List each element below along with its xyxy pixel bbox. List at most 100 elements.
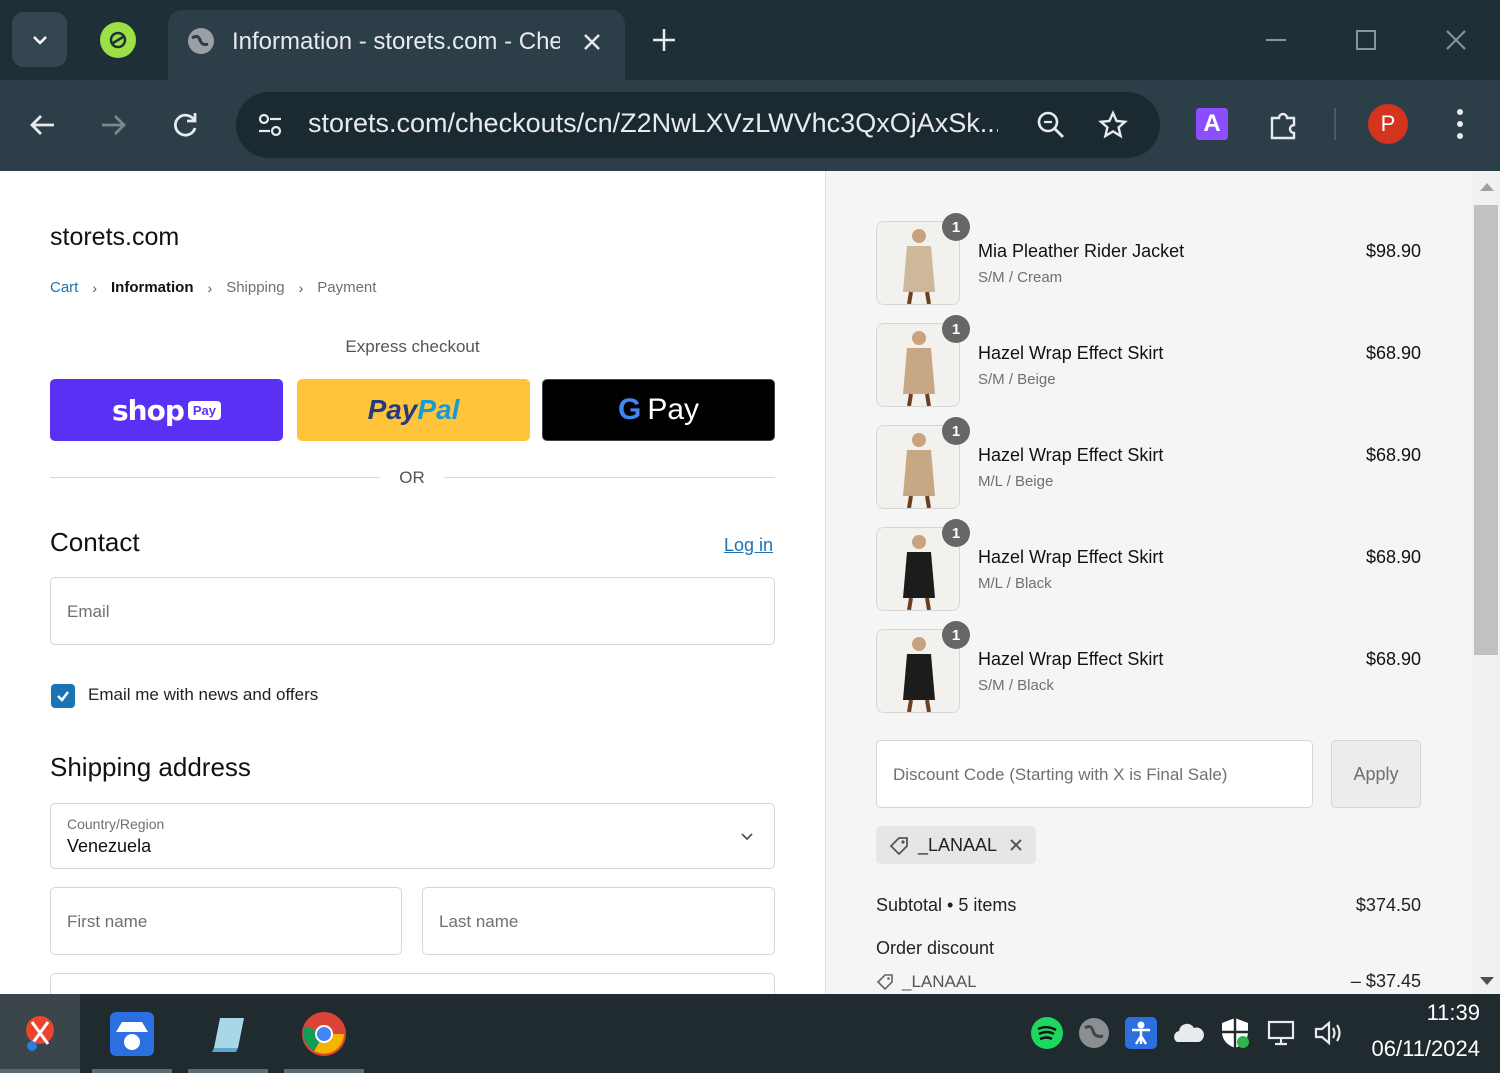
network-globe-icon[interactable] xyxy=(1077,1016,1111,1050)
store-name[interactable]: storets.com xyxy=(50,223,179,252)
browser-tab-bar: Information - storets.com - Checkout xyxy=(0,0,1500,80)
network-monitor-icon[interactable] xyxy=(1265,1016,1299,1050)
product-price: $98.90 xyxy=(1365,241,1421,261)
back-arrow-icon[interactable] xyxy=(26,108,60,142)
new-tab-icon[interactable] xyxy=(650,26,678,54)
product-price: $68.90 xyxy=(1365,547,1421,567)
product-variant: M/L / Black xyxy=(978,575,1052,592)
product-price: $68.90 xyxy=(1365,445,1421,465)
accessibility-app-icon[interactable] xyxy=(1124,1016,1158,1050)
chevron-right-icon: › xyxy=(92,279,98,296)
subtotal-label: Subtotal • 5 items xyxy=(876,895,1017,915)
order-discount-code: _LANAAL xyxy=(902,972,977,991)
breadcrumb-shipping: Shipping xyxy=(226,279,285,296)
volume-icon[interactable] xyxy=(1312,1016,1346,1050)
log-in-link[interactable]: Log in xyxy=(724,535,773,556)
first-name-field[interactable]: First name xyxy=(50,887,402,955)
product-variant: S/M / Beige xyxy=(978,371,1056,388)
zoom-icon[interactable] xyxy=(1036,110,1066,140)
clock-date[interactable]: 06/11/2024 xyxy=(1350,1036,1480,1062)
active-indicator xyxy=(0,1069,80,1073)
address-bar[interactable]: storets.com/checkouts/cn/Z2NwLXVzLWVhc3Q… xyxy=(236,92,1160,158)
apply-discount-button[interactable]: Apply xyxy=(1331,740,1421,808)
profile-avatar[interactable]: P xyxy=(1368,104,1408,144)
taskbar-app-chrome[interactable] xyxy=(284,994,364,1073)
address-field[interactable] xyxy=(50,973,775,994)
product-name: Hazel Wrap Effect Skirt xyxy=(978,445,1164,465)
more-menu-icon[interactable] xyxy=(1446,106,1474,142)
order-discount-label: Order discount xyxy=(876,938,995,958)
subtotal-row: Subtotal • 5 items $374.50 xyxy=(876,895,1421,916)
cart-item: 1 Hazel Wrap Effect Skirt M/L / Beige $68.9… xyxy=(876,417,1421,511)
taskbar-app-snipping[interactable] xyxy=(0,994,80,1073)
shop-pay-button[interactable]: shop Pay xyxy=(50,379,283,441)
breadcrumb-cart[interactable]: Cart xyxy=(50,279,78,296)
product-variant: M/L / Beige xyxy=(978,473,1054,490)
email-placeholder: Email xyxy=(67,602,110,621)
country-select[interactable]: Country/Region Venezuela xyxy=(50,803,775,869)
paypal-button[interactable]: PayPal xyxy=(297,379,530,441)
last-name-placeholder: Last name xyxy=(439,912,519,931)
discount-placeholder: Discount Code (Starting with X is Final … xyxy=(893,765,1228,784)
maximize-icon[interactable] xyxy=(1352,26,1380,54)
checkout-form-column: storets.com Cart › Information › Shippin… xyxy=(0,171,825,994)
security-shield-icon[interactable] xyxy=(1218,1016,1252,1050)
scroll-down-arrow-icon[interactable] xyxy=(1480,977,1494,985)
forward-arrow-icon[interactable] xyxy=(96,108,130,142)
divider-right xyxy=(444,477,775,478)
applied-code-chip: _LANAAL xyxy=(876,826,1036,864)
app-shortcut-icon[interactable] xyxy=(100,22,136,58)
site-settings-icon[interactable] xyxy=(256,111,284,139)
google-pay-label: Pay xyxy=(647,393,700,426)
close-window-icon[interactable] xyxy=(1442,26,1470,54)
divider-left xyxy=(50,477,380,478)
product-name: Hazel Wrap Effect Skirt xyxy=(978,547,1164,567)
extensions-puzzle-icon[interactable] xyxy=(1266,106,1302,142)
google-g-icon: G xyxy=(617,393,642,426)
country-label: Country/Region xyxy=(67,816,165,832)
taskbar-app-vpn[interactable] xyxy=(92,994,172,1073)
shop-pay-logo: shop xyxy=(111,393,185,427)
tab-search-button[interactable] xyxy=(12,12,67,67)
onedrive-cloud-icon[interactable] xyxy=(1171,1016,1205,1050)
order-discount-row: Order discount xyxy=(876,938,1421,959)
extension-a-icon[interactable]: A xyxy=(1196,108,1228,140)
checkmark-icon xyxy=(57,691,69,702)
clock-time[interactable]: 11:39 xyxy=(1360,1000,1480,1026)
page-scrollbar[interactable] xyxy=(1472,171,1500,994)
quantity-badge: 1 xyxy=(942,213,970,241)
minimize-icon[interactable] xyxy=(1262,26,1290,54)
spy-hat-icon xyxy=(110,1011,154,1056)
last-name-field[interactable]: Last name xyxy=(422,887,775,955)
breadcrumb-payment: Payment xyxy=(317,279,377,296)
url-text: storets.com/checkouts/cn/Z2NwLXVzLWVhc3Q… xyxy=(308,108,998,138)
product-price: $68.90 xyxy=(1365,343,1421,363)
applied-code-text: _LANAAL xyxy=(918,835,998,855)
chevron-right-icon: › xyxy=(207,279,213,296)
active-tab[interactable]: Information - storets.com - Checkout xyxy=(168,10,625,80)
scroll-up-arrow-icon[interactable] xyxy=(1480,183,1494,191)
newsletter-label[interactable]: Email me with news and offers xyxy=(88,685,318,705)
spotify-icon[interactable] xyxy=(1030,1016,1064,1050)
remove-code-icon[interactable] xyxy=(1006,835,1026,855)
quantity-badge: 1 xyxy=(942,315,970,343)
taskbar-app-notes[interactable] xyxy=(188,994,268,1073)
cart-item: 1 Hazel Wrap Effect Skirt S/M / Beige $68.9… xyxy=(876,315,1421,409)
quantity-badge: 1 xyxy=(942,519,970,547)
email-field[interactable]: Email xyxy=(50,577,775,645)
globe-icon xyxy=(188,28,214,54)
product-name: Hazel Wrap Effect Skirt xyxy=(978,343,1164,363)
google-pay-button[interactable]: G Pay xyxy=(542,379,775,441)
newsletter-checkbox[interactable] xyxy=(51,684,75,708)
shipping-address-heading: Shipping address xyxy=(50,752,251,782)
quantity-badge: 1 xyxy=(942,417,970,445)
discount-code-input[interactable]: Discount Code (Starting with X is Final … xyxy=(876,740,1313,808)
active-indicator xyxy=(188,1069,268,1073)
reload-icon[interactable] xyxy=(168,108,202,142)
close-tab-icon[interactable] xyxy=(578,28,606,56)
bookmark-star-icon[interactable] xyxy=(1098,110,1128,140)
scrollbar-thumb[interactable] xyxy=(1474,205,1498,655)
toolbar-separator xyxy=(1334,108,1336,140)
order-discount-detail-row: _LANAAL – $37.45 xyxy=(876,971,1421,992)
browser-toolbar: storets.com/checkouts/cn/Z2NwLXVzLWVhc3Q… xyxy=(0,80,1500,171)
